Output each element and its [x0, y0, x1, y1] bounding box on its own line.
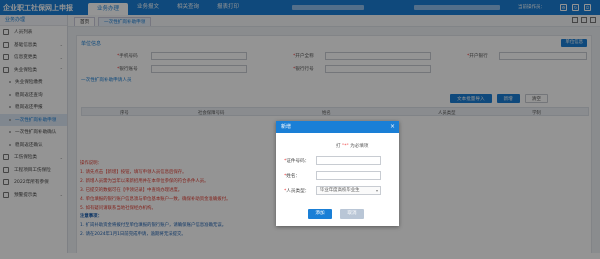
id-number-input[interactable]: [316, 156, 381, 165]
add-confirm-button[interactable]: 添加: [308, 209, 332, 219]
close-icon[interactable]: ×: [390, 123, 395, 130]
name-label: *姓名：: [284, 174, 301, 179]
add-dialog: 新增 × 打 "*" 为必填项 *证件号码： *姓名： *人员类型： 毕业年度高…: [276, 121, 399, 226]
required-tip: 打 "*" 为必填项: [336, 144, 369, 149]
name-input[interactable]: [316, 171, 381, 180]
cancel-button[interactable]: 取消: [340, 209, 364, 219]
dialog-title: 新增: [276, 121, 399, 133]
person-type-select[interactable]: 毕业年度高校毕业生 ▾: [316, 186, 381, 195]
id-number-label: *证件号码：: [284, 159, 310, 164]
chevron-down-icon: ▾: [375, 188, 378, 193]
person-type-label: *人员类型：: [284, 189, 310, 194]
